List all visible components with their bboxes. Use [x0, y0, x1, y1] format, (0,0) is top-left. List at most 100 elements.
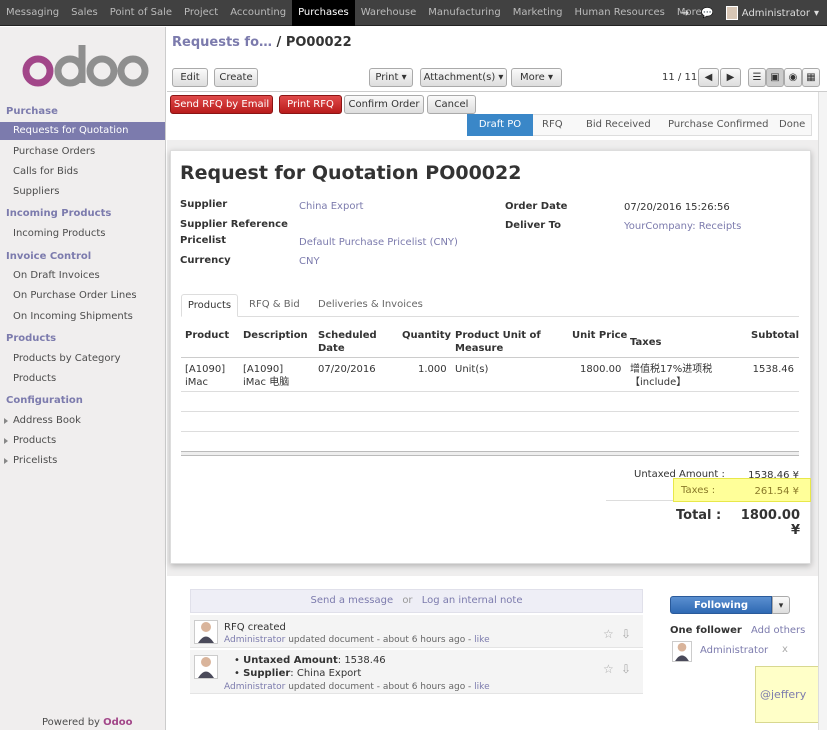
archive-icon[interactable]: ⇩ [621, 627, 631, 641]
send-message-link[interactable]: Send a message [311, 595, 394, 606]
star-icon[interactable]: ☆ [603, 627, 614, 641]
tab-rfq-bid[interactable]: RFQ & Bid [249, 294, 300, 317]
sidebar-item-incoming-products[interactable]: Incoming Products [13, 228, 105, 239]
sidebar-heading-invoice-control: Invoice Control [6, 251, 92, 262]
attachments-dropdown[interactable]: Attachment(s) ▾ [420, 68, 507, 87]
message-1-meta: Administrator updated document - about 6… [224, 634, 490, 647]
menu-hr[interactable]: Human Resources [569, 0, 671, 26]
col-unit-price[interactable]: Unit Price [572, 329, 627, 342]
message-1-title: RFQ created [224, 622, 286, 633]
menu-sales[interactable]: Sales [65, 0, 104, 26]
user-menu[interactable]: Administrator ▾ [725, 6, 819, 20]
line-date[interactable]: 07/20/2016 [318, 363, 376, 376]
sidebar-item-address-book[interactable]: Address Book [13, 415, 81, 426]
line-uom[interactable]: Unit(s) [455, 363, 488, 376]
order-date-field: 07/20/2016 15:26:56 [624, 202, 730, 213]
message-2-text: updated document - about 6 hours ago - [285, 682, 475, 692]
remove-follower-icon[interactable]: x [782, 644, 788, 655]
sidebar-item-pricelists[interactable]: Pricelists [13, 455, 57, 466]
line-product[interactable]: [A1090] iMac [185, 363, 235, 389]
sidebar-item-products[interactable]: Products [13, 373, 56, 384]
sidebar-item-purchase-orders[interactable]: Purchase Orders [13, 146, 95, 157]
calendar-view-icon[interactable]: ▦ [802, 68, 820, 87]
sidebar-item-rfq[interactable]: Requests for Quotation [13, 125, 128, 136]
col-scheduled-date[interactable]: Scheduled Date [318, 329, 378, 355]
menu-pos[interactable]: Point of Sale [104, 0, 178, 26]
log-note-link[interactable]: Log an internal note [422, 595, 523, 606]
add-others-link[interactable]: Add others [751, 625, 805, 636]
line-unit-price[interactable]: 1800.00 [580, 363, 621, 376]
expand-icon [4, 438, 8, 444]
form-view-icon[interactable]: ▣ [766, 68, 784, 87]
following-button[interactable]: Following [670, 596, 772, 614]
powered-by-brand[interactable]: Odoo [103, 717, 132, 728]
or-text: or [402, 595, 413, 606]
sidebar-item-draft-invoices[interactable]: On Draft Invoices [13, 270, 100, 281]
deliver-to-field[interactable]: YourCompany: Receipts [624, 221, 741, 232]
scrollbar[interactable] [818, 92, 827, 730]
form-title-number: PO00022 [425, 162, 522, 184]
line-description[interactable]: [A1090] iMac 电脑 [243, 363, 308, 389]
next-record-button[interactable]: ▶ [720, 68, 741, 87]
star-icon[interactable]: ☆ [603, 662, 614, 676]
print-rfq-button[interactable]: Print RFQ [279, 95, 342, 114]
form-title-prefix: Request for Quotation [180, 162, 426, 184]
sidebar-item-suppliers[interactable]: Suppliers [13, 186, 59, 197]
menu-purchases[interactable]: Purchases [292, 0, 355, 26]
message-1-author[interactable]: Administrator [224, 635, 285, 645]
message-2-like[interactable]: like [474, 682, 489, 692]
col-taxes[interactable]: Taxes [630, 336, 661, 349]
col-description[interactable]: Description [243, 329, 308, 342]
message-2-author[interactable]: Administrator [224, 682, 285, 692]
tab-deliveries-invoices[interactable]: Deliveries & Invoices [318, 294, 423, 317]
row-divider [181, 411, 799, 412]
breadcrumb-parent[interactable]: Requests fo… [172, 35, 272, 50]
attachments-label: Attachment(s) [423, 72, 496, 83]
create-button[interactable]: Create [214, 68, 258, 87]
supplier-field[interactable]: China Export [299, 201, 363, 212]
message-2-line-1: • Untaxed Amount: 1538.46 [234, 655, 386, 666]
archive-icon[interactable]: ⇩ [621, 662, 631, 676]
col-subtotal[interactable]: Subtotal [751, 329, 799, 342]
user-avatar [725, 6, 738, 20]
menu-marketing[interactable]: Marketing [507, 0, 569, 26]
menu-manufacturing[interactable]: Manufacturing [422, 0, 506, 26]
list-view-icon[interactable]: ☰ [748, 68, 766, 87]
tab-products[interactable]: Products [181, 294, 238, 317]
col-uom[interactable]: Product Unit of Measure [455, 329, 555, 355]
sidebar-item-incoming-shipments[interactable]: On Incoming Shipments [13, 311, 133, 322]
follower-name[interactable]: Administrator [700, 645, 768, 656]
cancel-button[interactable]: Cancel [427, 95, 476, 114]
sidebar-item-products-by-category[interactable]: Products by Category [13, 353, 120, 364]
menu-warehouse[interactable]: Warehouse [355, 0, 423, 26]
user-name: Administrator [741, 7, 810, 19]
print-dropdown[interactable]: Print ▾ [369, 68, 413, 87]
chat-icon[interactable]: 💬 [701, 8, 713, 19]
line-subtotal: 1538.46 [752, 364, 794, 375]
more-dropdown[interactable]: More ▾ [511, 68, 562, 87]
col-product[interactable]: Product [185, 329, 229, 342]
menu-project[interactable]: Project [178, 0, 224, 26]
prev-record-button[interactable]: ◀ [698, 68, 719, 87]
col-quantity[interactable]: Quantity [402, 329, 451, 342]
sidebar-item-calls-for-bids[interactable]: Calls for Bids [13, 166, 78, 177]
following-dropdown[interactable]: ▾ [772, 596, 790, 614]
status-rfq: RFQ [542, 119, 563, 130]
sidebar-item-po-lines[interactable]: On Purchase Order Lines [13, 290, 137, 301]
message-1-like[interactable]: like [474, 635, 489, 645]
confirm-order-button[interactable]: Confirm Order [344, 95, 424, 114]
sidebar-item-config-products[interactable]: Products [13, 435, 56, 446]
line-quantity[interactable]: 1.000 [418, 363, 447, 376]
total-label: Total : [676, 508, 722, 523]
pricelist-field[interactable]: Default Purchase Pricelist (CNY) [299, 237, 458, 248]
line-taxes[interactable]: 增值税17%进项税【include】 [630, 363, 715, 389]
edit-button[interactable]: Edit [172, 68, 208, 87]
map-view-icon[interactable]: ◉ [784, 68, 802, 87]
send-rfq-email-button[interactable]: Send RFQ by Email [170, 95, 273, 114]
more-label: More [520, 72, 545, 83]
enter-icon[interactable]: ➜ [681, 8, 689, 19]
menu-accounting[interactable]: Accounting [224, 0, 292, 26]
currency-field[interactable]: CNY [299, 256, 320, 267]
menu-messaging[interactable]: Messaging [0, 0, 65, 26]
row-divider [181, 391, 799, 392]
